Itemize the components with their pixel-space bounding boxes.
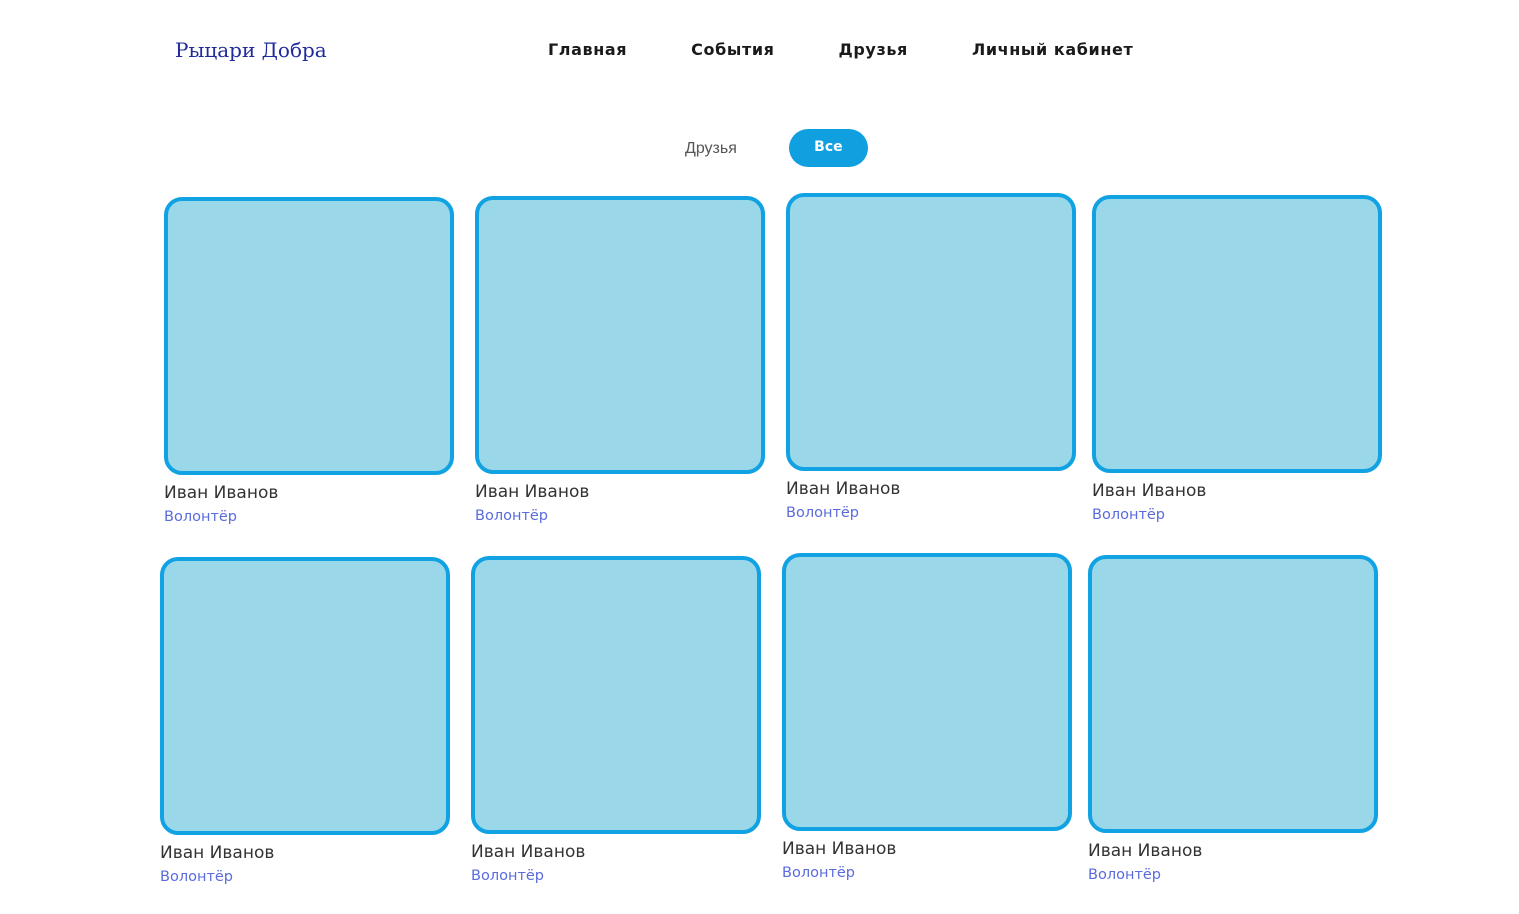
main-nav: Главная События Друзья Личный кабинет [548, 40, 1133, 59]
person-name[interactable]: Иван Иванов [782, 839, 1072, 859]
person-role: Волонтёр [786, 505, 860, 521]
filter-all-button[interactable]: Все [788, 129, 868, 167]
person-name[interactable]: Иван Иванов [160, 843, 450, 863]
people-filter: Друзья Все [685, 129, 868, 167]
person-name[interactable]: Иван Иванов [786, 479, 1076, 499]
person-card[interactable]: Иван Иванов Волонтёр [471, 556, 761, 884]
nav-item-account[interactable]: Личный кабинет [972, 40, 1133, 59]
person-role: Волонтёр [1092, 507, 1166, 523]
person-role: Волонтёр [471, 868, 545, 884]
person-card[interactable]: Иван Иванов Волонтёр [164, 197, 454, 525]
person-role: Волонтёр [160, 869, 234, 885]
person-card[interactable]: Иван Иванов Волонтёр [475, 196, 765, 524]
person-card[interactable]: Иван Иванов Волонтёр [1088, 555, 1378, 883]
site-logo[interactable]: Рыцари Добра [175, 38, 327, 62]
person-card[interactable]: Иван Иванов Волонтёр [160, 557, 450, 885]
nav-item-home[interactable]: Главная [548, 40, 627, 59]
person-card[interactable]: Иван Иванов Волонтёр [786, 193, 1076, 521]
person-name[interactable]: Иван Иванов [471, 842, 761, 862]
avatar[interactable] [164, 197, 454, 475]
person-role: Волонтёр [1088, 867, 1162, 883]
person-card[interactable]: Иван Иванов Волонтёр [782, 553, 1072, 881]
person-name[interactable]: Иван Иванов [475, 482, 765, 502]
avatar[interactable] [782, 553, 1072, 831]
avatar[interactable] [1092, 195, 1382, 473]
person-role: Волонтёр [164, 509, 238, 525]
avatar[interactable] [786, 193, 1076, 471]
person-role: Волонтёр [782, 865, 856, 881]
person-role: Волонтёр [475, 508, 549, 524]
avatar[interactable] [1088, 555, 1378, 833]
person-card[interactable]: Иван Иванов Волонтёр [1092, 195, 1382, 523]
nav-item-friends[interactable]: Друзья [839, 40, 908, 59]
person-name[interactable]: Иван Иванов [164, 483, 454, 503]
avatar[interactable] [160, 557, 450, 835]
person-name[interactable]: Иван Иванов [1088, 841, 1378, 861]
page: Рыцари Добра Главная События Друзья Личн… [0, 0, 1519, 914]
avatar[interactable] [471, 556, 761, 834]
person-name[interactable]: Иван Иванов [1092, 481, 1382, 501]
nav-item-events[interactable]: События [691, 40, 774, 59]
avatar[interactable] [475, 196, 765, 474]
filter-friends-tab[interactable]: Друзья [685, 140, 737, 158]
